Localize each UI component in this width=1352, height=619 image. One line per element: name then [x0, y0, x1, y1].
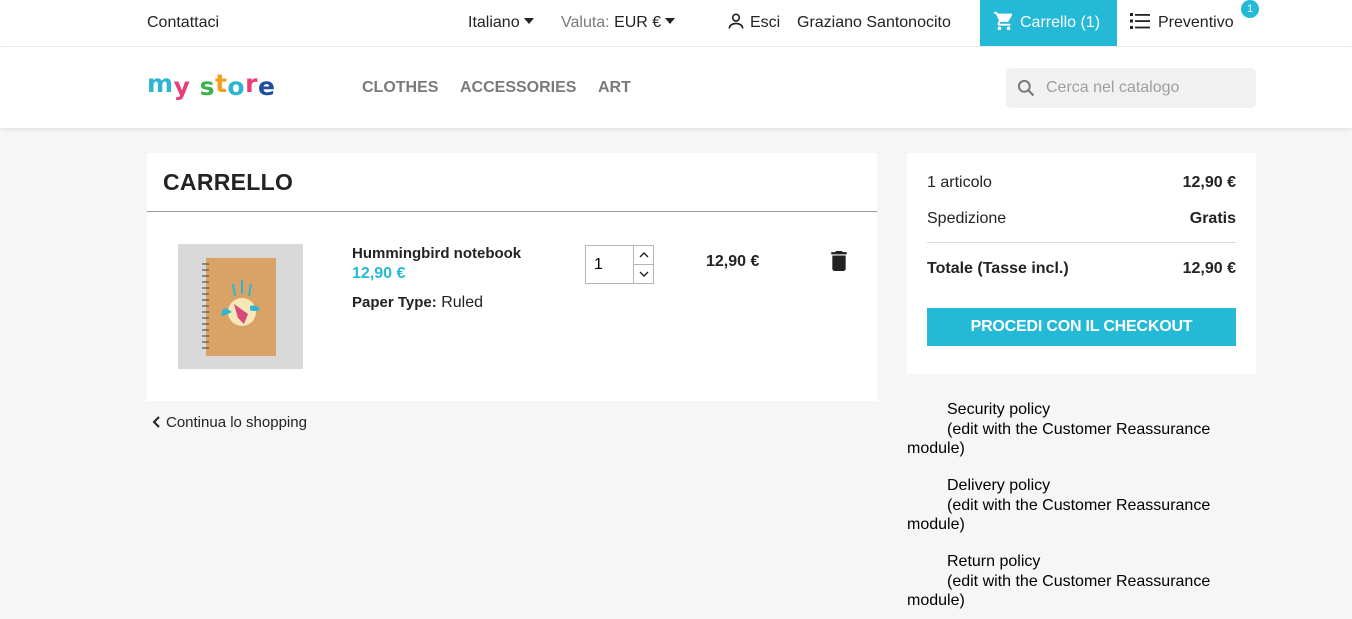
- summary-items-row: 1 articolo 12,90 €: [927, 174, 1236, 192]
- logo-letter: t: [214, 69, 228, 98]
- continue-shopping-label: Continua lo shopping: [166, 414, 307, 431]
- currency-label: Valuta:: [561, 14, 610, 31]
- summary-total-value: 12,90 €: [1182, 260, 1236, 277]
- logo-letter: o: [227, 72, 246, 101]
- reassurance-note-tail: module): [907, 592, 965, 609]
- product-attribute: Paper Type: Ruled: [352, 294, 483, 312]
- shopping-cart-icon: [993, 11, 1013, 30]
- quantity-input[interactable]: [586, 246, 633, 283]
- logout-label: Esci: [750, 14, 781, 31]
- chevron-left-icon: [152, 415, 160, 428]
- summary-shipping-value: Gratis: [1189, 210, 1236, 227]
- chevron-down-icon: [639, 271, 649, 277]
- contact-link[interactable]: Contattaci: [147, 0, 219, 46]
- logo-letter: r: [245, 69, 258, 98]
- reassurance-security: Security policy (edit with the Customer …: [907, 400, 1252, 459]
- summary-total-label: Totale (Tasse incl.): [927, 260, 1069, 277]
- logout-link[interactable]: Esci: [726, 0, 780, 46]
- search-input[interactable]: [1046, 68, 1251, 108]
- remove-item-button[interactable]: [831, 251, 847, 276]
- cart-label: Carrello (1): [1020, 14, 1101, 31]
- product-price: 12,90 €: [352, 265, 406, 282]
- logo-letter: y: [173, 72, 191, 101]
- quote-count-badge: 1: [1241, 0, 1259, 18]
- reassurance-delivery: Delivery policy (edit with the Customer …: [907, 476, 1252, 535]
- continue-shopping-link[interactable]: Continua lo shopping: [152, 414, 307, 431]
- quantity-stepper: [585, 245, 654, 284]
- summary-shipping-row: Spedizione Gratis: [927, 210, 1236, 228]
- attribute-label: Paper Type:: [352, 294, 437, 311]
- search-box: [1006, 68, 1256, 108]
- cart-button[interactable]: Carrello (1): [980, 0, 1117, 46]
- chevron-up-icon: [639, 252, 649, 258]
- cart-panel: CARRELLO Hummingbird notebook 12,90 € Pa…: [147, 153, 877, 401]
- summary-total-row: Totale (Tasse incl.) 12,90 €: [927, 260, 1236, 278]
- store-logo[interactable]: my store: [147, 69, 276, 101]
- reassurance-note: (edit with the Customer Reassurance: [947, 496, 1211, 514]
- attribute-value: Ruled: [441, 294, 484, 311]
- reassurance-title: Security policy: [947, 401, 1051, 418]
- trash-icon: [831, 251, 847, 271]
- list-icon: [1130, 12, 1150, 29]
- checkout-button[interactable]: PROCEDI CON IL CHECKOUT: [927, 308, 1236, 346]
- reassurance-note-tail: module): [907, 516, 965, 533]
- search-icon[interactable]: [1016, 78, 1036, 98]
- account-link[interactable]: Graziano Santonocito: [797, 0, 951, 46]
- quantity-increase-button[interactable]: [634, 246, 654, 264]
- summary-items-label: 1 articolo: [927, 174, 992, 191]
- cart-summary: 1 articolo 12,90 € Spedizione Gratis Tot…: [907, 153, 1256, 374]
- notebook-illustration: [202, 258, 276, 356]
- nav-item-art[interactable]: ART: [598, 47, 631, 128]
- line-total: 12,90 €: [706, 253, 760, 270]
- reassurance-note-tail: module): [907, 440, 965, 457]
- language-selector[interactable]: Italiano: [468, 0, 534, 46]
- user-icon: [728, 13, 744, 29]
- summary-shipping-label: Spedizione: [927, 210, 1007, 227]
- reassurance-note: (edit with the Customer Reassurance: [947, 572, 1211, 590]
- nav-item-clothes[interactable]: CLOTHES: [362, 47, 438, 128]
- reassurance-title: Return policy: [947, 553, 1041, 570]
- nav-item-accessories[interactable]: ACCESSORIES: [460, 47, 576, 128]
- caret-down-icon: [665, 18, 676, 25]
- main-header: my store CLOTHES ACCESSORIES ART: [0, 47, 1352, 128]
- currency-selector[interactable]: Valuta: EUR €: [561, 0, 676, 46]
- divider: [927, 242, 1236, 243]
- top-bar: Contattaci Italiano Valuta: EUR € Esci G…: [0, 0, 1352, 47]
- language-label: Italiano: [468, 14, 520, 31]
- quote-link[interactable]: Preventivo: [1130, 0, 1234, 46]
- summary-items-value: 12,90 €: [1182, 174, 1236, 191]
- product-image[interactable]: [178, 244, 303, 369]
- logo-letter: [190, 69, 199, 98]
- quantity-decrease-button[interactable]: [634, 264, 654, 282]
- page-title: CARRELLO: [163, 169, 294, 195]
- quote-label: Preventivo: [1158, 14, 1234, 31]
- caret-down-icon: [523, 18, 534, 25]
- logo-letter: s: [199, 72, 215, 101]
- logo-letter: e: [257, 72, 276, 101]
- reassurance-note: (edit with the Customer Reassurance: [947, 420, 1211, 438]
- logo-letter: m: [147, 69, 174, 98]
- currency-value: EUR €: [614, 14, 662, 31]
- product-name-link[interactable]: Hummingbird notebook: [352, 245, 521, 262]
- reassurance-title: Delivery policy: [947, 477, 1051, 494]
- reassurance-return: Return policy (edit with the Customer Re…: [907, 552, 1252, 611]
- divider: [147, 211, 877, 212]
